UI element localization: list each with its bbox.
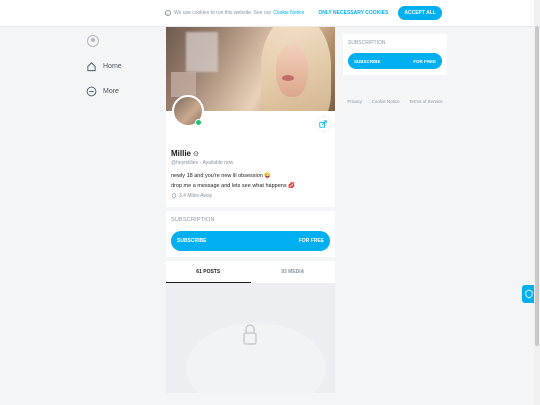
sidebar-subscribe-button[interactable]: SUBSCRIBE FOR FREE (348, 53, 442, 69)
terms-link[interactable]: Terms of Service (409, 99, 443, 104)
profile-bio: newly 18 and you're new lil obsession 😜 … (166, 171, 335, 207)
verified-icon: ⊙ (191, 151, 199, 158)
info-icon: i (165, 10, 171, 16)
tab-posts[interactable]: 61 POSTS (166, 261, 251, 283)
cookie-text: We use cookies to run this website. See … (174, 10, 272, 16)
only-necessary-cookies-button[interactable]: ONLY NECESSARY COOKIES (314, 7, 392, 19)
cookie-notice: i We use cookies to run this website. Se… (165, 5, 442, 21)
cookie-bar: i We use cookies to run this website. Se… (0, 0, 540, 27)
cookie-notice-link[interactable]: Cookie Notice (273, 10, 304, 16)
availability-status: Available now (202, 160, 234, 166)
locked-posts-area (166, 283, 335, 393)
subscribe-price: FOR FREE (298, 238, 324, 244)
privacy-link[interactable]: Privacy (347, 99, 362, 104)
nav-item-home[interactable]: Home (86, 61, 156, 72)
distance-info: 3.4 Miles Away (171, 191, 330, 201)
page-scrollbar[interactable] (534, 0, 540, 405)
sidebar-subscription-title: SUBSCRIPTION (348, 40, 386, 46)
profile-handle-status: @heymillieo · Available now (171, 160, 234, 166)
profile-card: Millie ⊙ @heymillieo · Available now new… (166, 27, 335, 207)
right-sidebar: SUBSCRIPTION SUBSCRIBE FOR FREE Privacy ·… (343, 34, 447, 104)
sidebar-subscription-card: SUBSCRIPTION SUBSCRIBE FOR FREE (343, 34, 447, 75)
profile-handle: @heymillieo (171, 160, 199, 166)
user-avatar-icon[interactable] (87, 35, 99, 47)
profile-column: Millie ⊙ @heymillieo · Available now new… (166, 27, 335, 393)
bio-line: newly 18 and you're new lil obsession 😜 (171, 173, 272, 179)
lock-icon (243, 324, 257, 345)
bio-line: drop me a message and lets see what happ… (171, 183, 295, 189)
content-tabs: 61 POSTS 93 MEDIA (166, 261, 335, 283)
subscribe-label: SUBSCRIBE (177, 238, 207, 244)
nav-item-more[interactable]: More (86, 86, 156, 97)
footer-links: Privacy · Cookie Notice · Terms of Service (347, 99, 443, 104)
share-button[interactable] (316, 117, 330, 131)
left-nav: Home More (86, 35, 156, 97)
share-icon (319, 120, 327, 128)
profile-name: Millie ⊙ (171, 149, 199, 158)
accept-all-button[interactable]: ACCEPT ALL (398, 6, 442, 20)
subscription-title: SUBSCRIPTION (171, 217, 215, 223)
more-icon (86, 86, 97, 97)
subscribe-button[interactable]: SUBSCRIBE FOR FREE (171, 231, 330, 251)
sidebar-subscribe-label: SUBSCRIBE (354, 58, 381, 64)
online-status-dot (195, 119, 202, 126)
subscription-card: SUBSCRIPTION SUBSCRIBE FOR FREE (166, 211, 335, 257)
tab-media[interactable]: 93 MEDIA (251, 261, 336, 283)
shield-icon (524, 289, 533, 299)
location-icon (171, 193, 177, 199)
nav-label-more: More (103, 88, 119, 95)
sidebar-subscribe-price: FOR FREE (413, 58, 436, 64)
cookie-notice-footer-link[interactable]: Cookie Notice (372, 99, 400, 104)
nav-label-home: Home (103, 63, 122, 70)
home-icon (87, 62, 96, 72)
